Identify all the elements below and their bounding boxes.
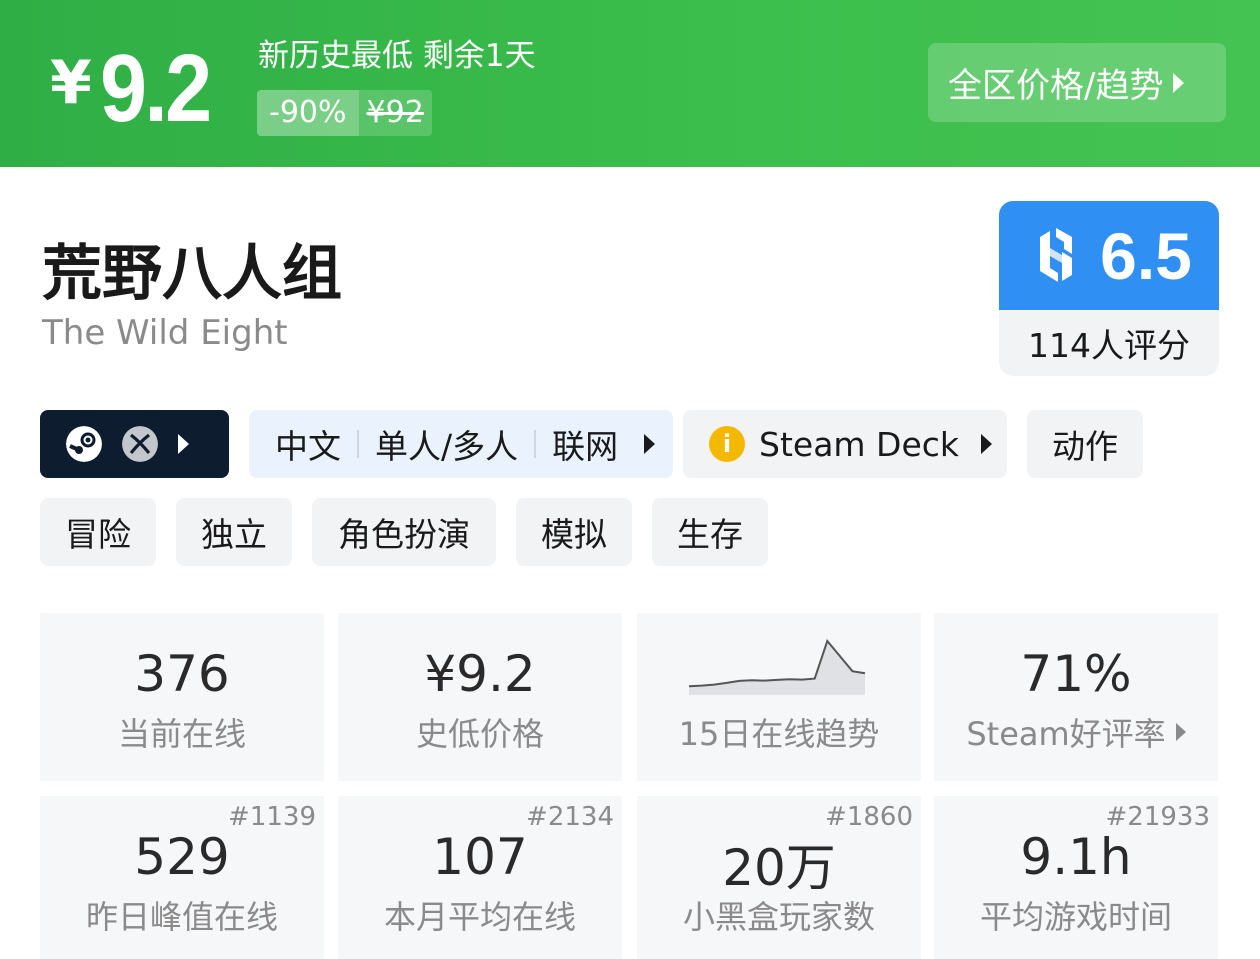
stat-value: 71% — [1020, 645, 1132, 703]
stat-value: 376 — [134, 645, 230, 703]
stat-peak-online[interactable]: #1139 529 昨日峰值在线 — [40, 796, 324, 959]
stat-online-trend[interactable]: 15日在线趋势 — [637, 613, 921, 781]
stat-value: 107 — [432, 828, 528, 886]
stat-label: 15日在线趋势 — [678, 715, 880, 753]
sparkline-area — [689, 641, 865, 695]
chevron-right-icon — [1175, 723, 1186, 741]
heybox-logo-icon — [1040, 227, 1073, 282]
divider — [534, 430, 537, 458]
tag-rpg[interactable]: 角色扮演 — [312, 498, 496, 566]
stat-lowest-price[interactable]: ¥9.2 史低价格 — [338, 613, 622, 781]
game-title-english: The Wild Eight — [42, 313, 288, 353]
stat-label: Steam好评率 — [966, 715, 1166, 753]
stat-value: 9.1h — [1020, 828, 1132, 886]
current-price: ¥9.2 — [50, 34, 224, 144]
stat-label: 史低价格 — [415, 715, 544, 753]
stat-label: 当前在线 — [117, 715, 246, 753]
stat-current-online[interactable]: 376 当前在线 — [40, 613, 324, 781]
steam-icon — [66, 426, 102, 462]
stat-label: 平均游戏时间 — [979, 898, 1172, 936]
stat-avg-playtime[interactable]: #21933 9.1h 平均游戏时间 — [934, 796, 1218, 959]
feature-language: 中文 — [275, 427, 341, 466]
lowest-price-status: 新历史最低 剩余1天 — [258, 38, 536, 74]
stat-steam-rating[interactable]: 71% Steam好评率 — [934, 613, 1218, 781]
price-banner: ¥9.2 新历史最低 剩余1天 -90% ¥92 全区价格/趋势 — [0, 0, 1260, 167]
currency-symbol: ¥ — [50, 48, 92, 118]
chevron-right-icon — [1173, 72, 1185, 93]
tag-action[interactable]: 动作 — [1027, 410, 1143, 478]
price-value: 9.2 — [99, 35, 212, 142]
steam-deck-label: Steam Deck — [759, 424, 960, 464]
chevron-right-icon — [178, 434, 189, 454]
stat-player-count[interactable]: #1860 20万 小黑盒玩家数 — [637, 796, 921, 959]
stat-label: 昨日峰值在线 — [85, 898, 278, 936]
discount-badge: -90% ¥92 — [257, 90, 432, 136]
divider — [357, 430, 359, 458]
stat-value: 529 — [134, 828, 230, 886]
score-value: 6.5 — [1100, 218, 1192, 293]
feature-tags[interactable]: 中文 单人/多人 联网 — [249, 410, 673, 478]
price-trend-label: 全区价格/趋势 — [948, 66, 1164, 106]
tag-adventure[interactable]: 冒险 — [40, 498, 156, 566]
rater-count: 114人评分 — [1028, 326, 1190, 365]
platform-selector[interactable] — [40, 410, 229, 478]
stat-label: 小黑盒玩家数 — [682, 898, 875, 936]
score-header: 6.5 — [999, 201, 1219, 310]
online-trend-sparkline — [688, 639, 866, 695]
game-title: 荒野八人组 — [42, 239, 342, 309]
chevron-right-icon — [644, 434, 656, 454]
stat-label-row: Steam好评率 — [934, 709, 1218, 755]
steam-deck-button[interactable]: i Steam Deck — [683, 410, 1007, 478]
info-icon: i — [709, 426, 745, 462]
stat-monthly-average[interactable]: #2134 107 本月平均在线 — [338, 796, 622, 959]
score-card[interactable]: 6.5 114人评分 — [999, 201, 1219, 376]
stat-label: 本月平均在线 — [383, 898, 576, 936]
original-price: ¥92 — [358, 90, 432, 136]
chevron-right-icon — [981, 434, 993, 454]
discount-percent: -90% — [257, 90, 359, 136]
feature-players: 单人/多人 — [375, 427, 519, 466]
tag-indie[interactable]: 独立 — [176, 498, 292, 566]
tag-simulation[interactable]: 模拟 — [516, 498, 632, 566]
stat-value: ¥9.2 — [424, 645, 536, 703]
xbox-icon — [122, 426, 158, 462]
stat-value: 20万 — [722, 839, 836, 897]
tag-survival[interactable]: 生存 — [652, 498, 768, 566]
feature-online: 联网 — [552, 427, 619, 466]
price-trend-button[interactable]: 全区价格/趋势 — [928, 43, 1226, 122]
